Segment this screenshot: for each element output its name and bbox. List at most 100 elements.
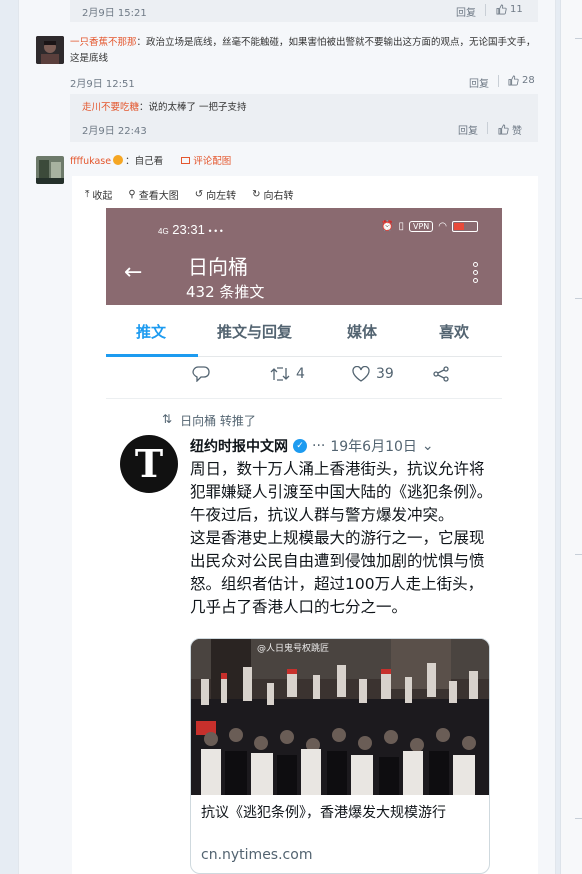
tab-tweets[interactable]: 推文 [136,321,166,342]
rail-divider [575,554,582,555]
divider [498,75,499,87]
like-button[interactable]: 28 [508,75,535,86]
nyt-logo-avatar[interactable]: T [120,435,178,493]
phone-screenshot[interactable]: 4G 23:31 • • • ⏰ ▯ VPN ◠ ← 日向桶 432 条推文 推… [106,208,502,874]
like-count: 39 [376,366,394,382]
rail-divider [575,818,582,819]
alarm-icon: ⏰ [381,221,394,232]
view-large-label: 查看大图 [138,191,179,202]
share-icon [433,366,449,382]
retweet-indicator: ⇅ 日向桶 转推了 [162,412,256,429]
vibrate-icon: ▯ [398,221,404,232]
emoji-badge-icon [113,155,124,165]
link-card-title: 抗议《逃犯条例》，香港爆发大规模游行 [201,805,446,821]
colon: ： [125,156,135,167]
reply-action[interactable] [192,366,210,382]
like-button[interactable]: 11 [496,4,523,15]
divider [487,122,488,134]
colon: ： [136,37,147,48]
like-count: 28 [522,75,535,86]
reply-button[interactable]: 回复 [469,75,489,90]
rotate-right-icon: ↻ [252,189,261,200]
active-tab-indicator [106,354,198,357]
divider [485,4,486,16]
retweet-icon [270,367,290,381]
magnifier-icon: ⚲ [128,189,136,200]
rail-divider [575,298,582,299]
more-options-icon[interactable] [473,262,478,286]
signal-label: 4G [158,227,169,236]
status-bar: 4G 23:31 • • • [158,222,223,237]
nyt-logo-letter: T [134,441,164,486]
link-card[interactable]: @人日鬼号权跳匠 抗议《逃犯条例》，香港爆发大规模游行 cn.nytimes.c… [190,638,490,874]
chevron-down-icon[interactable]: ⌄ [422,438,434,454]
wifi-icon: ◠ [438,221,447,232]
tab-likes[interactable]: 喜欢 [439,321,469,342]
rotate-left-icon: ↺ [194,189,204,200]
comment-image-link[interactable]: 评论配图 [193,156,231,167]
tweet-date: 19年6月10日 [330,439,417,455]
avatar[interactable] [36,36,64,64]
tab-tweets-replies[interactable]: 推文与回复 [217,321,292,342]
protest-crowd-image [191,639,489,795]
comment-bubble-icon [192,366,210,382]
notification-dots: • • • [208,226,223,236]
rotate-right-label: 向右转 [263,191,294,202]
like-label: 赞 [512,126,522,137]
colon: ： [139,102,149,113]
status-icons: ⏰ ▯ VPN ◠ [381,221,478,232]
reply-label: 回复 [456,8,476,19]
reply-time: 2月9日 22:43 [82,126,147,137]
share-action[interactable] [432,366,450,382]
collapse-button[interactable]: ⤒ 收起 [85,187,112,202]
reply-label: 回复 [469,79,489,90]
comment-username[interactable]: 一只香蕉不那那 [70,37,137,48]
comment-body: 自己看 [134,156,164,167]
profile-tabs: 推文 推文与回复 媒体 喜欢 [106,305,502,357]
retweet-action[interactable]: 4 [270,366,305,382]
comment-username[interactable]: ffffukase [70,156,111,167]
rotate-right-button[interactable]: ↻ 向右转 [252,187,293,202]
collapse-icon: ⤒ [85,189,90,200]
reply-text: 走川不要吃糖：说的太棒了 一把子支持 [82,100,247,116]
link-card-domain: cn.nytimes.com [201,847,313,863]
reply-username[interactable]: 走川不要吃糖 [82,102,139,113]
battery-icon [452,221,478,232]
status-time: 23:31 [172,222,205,237]
tweet-author[interactable]: 纽约时报中文网 [190,436,288,456]
tweet-actions: 4 39 [106,366,502,390]
avatar-image [36,156,64,184]
rail-divider [575,38,582,39]
avatar-image [36,36,64,64]
image-watermark: @人日鬼号权跳匠 [257,644,330,654]
rotate-left-button[interactable]: ↺ 向左转 [195,187,236,202]
collapse-label: 收起 [92,191,113,202]
reply-button[interactable]: 回复 [458,122,478,137]
thumbs-up-icon [508,75,519,86]
comment-text: ffffukase ：自己看 评论配图 [70,154,231,170]
reply-time: 2月9日 15:21 [82,8,147,19]
like-button[interactable]: 赞 [498,122,522,137]
comment-time: 2月9日 12:51 [70,79,135,90]
profile-name: 日向桶 [188,255,248,279]
heart-icon [352,366,370,382]
verified-badge-icon: ✓ [293,439,307,453]
separator-dots: ··· [312,438,326,454]
right-rail [560,0,582,874]
retweeted-by-label: 日向桶 转推了 [180,414,256,428]
tweet-divider [106,398,502,399]
image-icon [181,157,191,164]
retweet-small-icon: ⇅ [162,412,173,426]
like-action[interactable]: 39 [352,366,394,382]
tab-media[interactable]: 媒体 [347,321,377,342]
thumbs-up-icon [496,4,507,15]
avatar[interactable] [36,156,64,184]
like-count: 11 [510,4,523,15]
reply-label: 回复 [458,126,478,137]
back-arrow-icon[interactable]: ← [124,260,142,285]
image-toolbar: ⤒ 收起 ⚲ 查看大图 ↺ 向左转 ↻ 向右转 [85,187,294,202]
tweet-body: 周日，数十万人涌上香港街头，抗议允许将犯罪嫌疑人引渡至中国大陆的《逃犯条例》。午… [190,458,494,619]
rotate-left-label: 向左转 [206,191,237,202]
view-large-button[interactable]: ⚲ 查看大图 [128,187,178,202]
reply-button[interactable]: 回复 [456,4,476,19]
